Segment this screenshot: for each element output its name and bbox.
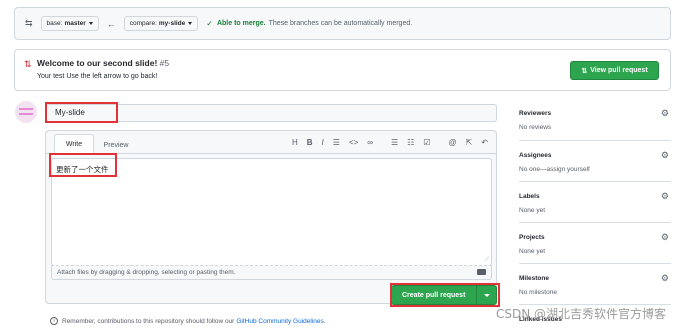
reviewers-value: No reviews xyxy=(519,124,552,131)
gear-icon[interactable]: ⚙ xyxy=(661,191,669,202)
existing-pr-title-text: Welcome to our second slide! xyxy=(37,58,158,68)
watermark: CSDN @湖北吉秀软件官方博客 xyxy=(496,307,667,321)
sidebar-reviewers: Reviewers No reviews ⚙ xyxy=(519,108,671,131)
existing-pr-title[interactable]: Welcome to our second slide! #5 xyxy=(37,58,169,68)
base-prefix: base: xyxy=(46,20,63,27)
gear-icon[interactable]: ⚙ xyxy=(661,273,669,284)
cross-reference-icon[interactable]: ⇱ xyxy=(466,138,473,147)
resize-handle-icon[interactable]: ⟋ xyxy=(485,257,489,264)
chevron-down-icon xyxy=(88,22,93,25)
compare-prefix: compare: xyxy=(129,20,157,27)
pull-request-icon: ⇅ xyxy=(581,67,588,75)
projects-value: None yet xyxy=(519,248,546,255)
compare-bar: ⇆ base: master ← compare: my-slide ✓ Abl… xyxy=(14,7,671,40)
labels-value: None yet xyxy=(519,207,546,214)
merge-status-label: Able to merge. xyxy=(216,20,266,27)
sidebar-divider xyxy=(519,181,671,182)
existing-pr-number: #5 xyxy=(159,58,170,68)
guidelines-note: i Remember, contributions to this reposi… xyxy=(50,317,326,325)
attach-files-area[interactable]: Attach files by dragging & dropping, sel… xyxy=(51,265,492,280)
highlight-box-body xyxy=(49,153,117,177)
gear-icon[interactable]: ⚙ xyxy=(661,232,669,243)
base-branch-name: master xyxy=(64,20,86,27)
view-pull-request-button[interactable]: ⇅ View pull request xyxy=(570,61,659,80)
sidebar-divider xyxy=(519,222,671,223)
existing-pr-notice: ⇅ Welcome to our second slide! #5 Your t… xyxy=(14,49,671,91)
markdown-icon xyxy=(477,269,486,275)
labels-title: Labels xyxy=(519,193,540,200)
tab-preview-label: Preview xyxy=(103,141,129,149)
quote-icon[interactable]: ☰ xyxy=(333,138,340,147)
sidebar-assignees: Assignees No one—assign yourself ⚙ xyxy=(519,150,671,173)
bold-icon[interactable]: B xyxy=(307,138,313,147)
info-icon: i xyxy=(50,317,58,325)
heading-icon[interactable]: H xyxy=(292,138,298,147)
mention-icon[interactable]: @ xyxy=(448,138,456,147)
italic-icon[interactable]: I xyxy=(322,138,324,147)
arrow-left-icon: ← xyxy=(106,18,116,29)
merge-status: ✓ Able to merge. These branches can be a… xyxy=(206,19,412,28)
gear-icon[interactable]: ⚙ xyxy=(661,150,669,161)
unordered-list-icon[interactable]: ☰ xyxy=(391,138,398,147)
guidelines-text: Remember, contributions to this reposito… xyxy=(62,317,235,325)
code-icon[interactable]: <> xyxy=(349,138,358,147)
guidelines-end: . xyxy=(323,317,326,325)
sidebar-divider xyxy=(519,140,671,141)
check-icon: ✓ xyxy=(206,19,213,28)
avatar-pattern xyxy=(19,113,33,115)
base-branch-button[interactable]: base: master xyxy=(40,16,99,31)
ordered-list-icon[interactable]: ☷ xyxy=(407,138,414,147)
reviewers-title: Reviewers xyxy=(519,110,552,117)
sidebar-milestone: Milestone No milestone ⚙ xyxy=(519,273,671,296)
sidebar-divider xyxy=(519,263,671,264)
pull-request-icon: ⇅ xyxy=(24,59,32,69)
avatar xyxy=(15,101,37,123)
link-icon[interactable]: ∞ xyxy=(367,138,373,147)
avatar-pattern xyxy=(19,108,33,110)
sidebar-labels: Labels None yet ⚙ xyxy=(519,191,671,214)
merge-status-detail: These branches can be automatically merg… xyxy=(268,20,413,27)
sidebar-projects: Projects None yet ⚙ xyxy=(519,232,671,255)
gear-icon[interactable]: ⚙ xyxy=(661,108,669,119)
saved-replies-icon[interactable]: ↶ xyxy=(481,138,488,147)
compare-branch-button[interactable]: compare: my-slide xyxy=(123,16,199,31)
attach-files-hint: Attach files by dragging & dropping, sel… xyxy=(57,269,236,276)
highlight-box-create xyxy=(390,283,500,307)
community-guidelines-link[interactable]: GitHub Community Guidelines xyxy=(236,318,323,325)
compare-icon: ⇆ xyxy=(25,18,33,28)
projects-title: Projects xyxy=(519,234,545,241)
markdown-toolbar: H B I ☰ <> ∞ ☰ ☷ ☑ @ ⇱ ↶ xyxy=(283,135,488,149)
view-pull-request-label: View pull request xyxy=(590,67,648,74)
compare-branch-name: my-slide xyxy=(158,20,186,27)
tab-write[interactable]: Write xyxy=(54,134,94,154)
existing-pr-subtitle: Your test Use the left arrow to go back! xyxy=(37,73,158,80)
task-list-icon[interactable]: ☑ xyxy=(423,138,430,147)
pr-body-textarea[interactable]: 更新了一个文件 ⟋ xyxy=(51,158,492,266)
tab-write-label: Write xyxy=(65,141,83,148)
assignees-value[interactable]: No one—assign yourself xyxy=(519,166,671,173)
milestone-value: No milestone xyxy=(519,289,557,296)
chevron-down-icon xyxy=(188,22,193,25)
highlight-box-title xyxy=(45,102,118,123)
milestone-title: Milestone xyxy=(519,275,549,282)
assignees-title: Assignees xyxy=(519,152,552,159)
